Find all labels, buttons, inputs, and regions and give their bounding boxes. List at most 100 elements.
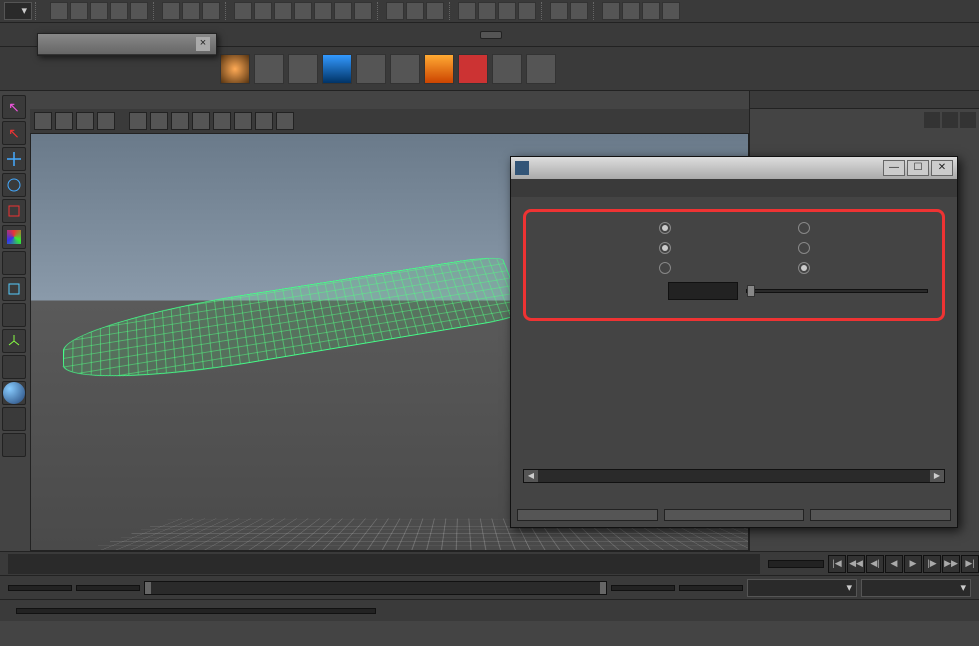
axis-tool[interactable] bbox=[2, 329, 26, 353]
shelf-icon[interactable] bbox=[220, 54, 250, 84]
vp-tool[interactable] bbox=[276, 112, 294, 130]
tb-icon[interactable] bbox=[334, 2, 352, 20]
3d-world-radio[interactable] bbox=[798, 242, 810, 254]
fwd-end-button[interactable]: ▶| bbox=[961, 555, 979, 573]
soft-tool[interactable] bbox=[2, 251, 26, 275]
tb-icon[interactable] bbox=[406, 2, 424, 20]
tolerance-slider[interactable] bbox=[746, 289, 928, 293]
range-end-outer[interactable] bbox=[679, 585, 743, 591]
curve-on-surface-radio[interactable] bbox=[659, 242, 671, 254]
tab-toon[interactable] bbox=[324, 31, 346, 39]
anim-layer-select[interactable] bbox=[747, 579, 857, 597]
tb-icon[interactable] bbox=[570, 2, 588, 20]
tb-icon[interactable] bbox=[50, 2, 68, 20]
both-surfaces-radio[interactable] bbox=[798, 222, 810, 234]
lasso-tool[interactable]: ↖ bbox=[2, 121, 26, 145]
tb-icon[interactable] bbox=[70, 2, 88, 20]
tab-fluids[interactable] bbox=[376, 31, 398, 39]
tab-muscle[interactable] bbox=[350, 31, 372, 39]
horizontal-scrollbar[interactable]: ◀▶ bbox=[523, 469, 945, 483]
tab-rendering[interactable] bbox=[272, 31, 294, 39]
tb-icon[interactable] bbox=[294, 2, 312, 20]
tb-icon[interactable] bbox=[202, 2, 220, 20]
shelf-cp-icon[interactable] bbox=[288, 54, 318, 84]
tb-icon[interactable] bbox=[314, 2, 332, 20]
minimize-button[interactable]: — bbox=[883, 160, 905, 176]
tb-icon[interactable] bbox=[90, 2, 108, 20]
tb-icon[interactable] bbox=[662, 2, 680, 20]
current-time[interactable] bbox=[768, 560, 824, 568]
tb-icon[interactable] bbox=[518, 2, 536, 20]
shelf-icon[interactable] bbox=[526, 54, 556, 84]
mel-input[interactable] bbox=[16, 608, 376, 614]
tab-custom[interactable] bbox=[480, 31, 502, 39]
apply-button[interactable] bbox=[664, 509, 805, 521]
rewind-start-button[interactable]: |◀ bbox=[828, 555, 846, 573]
play-back-button[interactable]: ◀ bbox=[885, 555, 903, 573]
tab-dynamics[interactable] bbox=[246, 31, 268, 39]
range-start-inner[interactable] bbox=[76, 585, 140, 591]
tolerance-input[interactable] bbox=[668, 282, 738, 300]
range-start-outer[interactable] bbox=[8, 585, 72, 591]
step-back-button[interactable]: ◀◀ bbox=[847, 555, 865, 573]
manip-tool[interactable] bbox=[2, 225, 26, 249]
vp-tool[interactable] bbox=[129, 112, 147, 130]
move-tool[interactable] bbox=[2, 147, 26, 171]
menu-title[interactable]: × bbox=[38, 34, 216, 55]
dialog-titlebar[interactable]: — ☐ ✕ bbox=[511, 157, 957, 179]
shelf-lra-icon[interactable] bbox=[254, 54, 284, 84]
intersect-button[interactable] bbox=[517, 509, 658, 521]
cb-icon[interactable] bbox=[942, 112, 958, 128]
tool[interactable] bbox=[2, 407, 26, 431]
tb-icon[interactable] bbox=[182, 2, 200, 20]
vp-tool[interactable] bbox=[213, 112, 231, 130]
character-set-select[interactable] bbox=[861, 579, 971, 597]
tab-ncloth[interactable] bbox=[454, 31, 476, 39]
tb-icon[interactable] bbox=[110, 2, 128, 20]
tab-animation[interactable] bbox=[220, 31, 242, 39]
tb-icon[interactable] bbox=[602, 2, 620, 20]
vp-tool[interactable] bbox=[97, 112, 115, 130]
vp-tool[interactable] bbox=[255, 112, 273, 130]
time-slider[interactable]: |◀ ◀◀ ◀| ◀ ▶ |▶ ▶▶ ▶| bbox=[0, 551, 979, 575]
tab-fur[interactable] bbox=[402, 31, 424, 39]
shelf-set-icon[interactable] bbox=[390, 54, 420, 84]
play-button[interactable]: ▶ bbox=[904, 555, 922, 573]
tab-painteffects[interactable] bbox=[298, 31, 320, 39]
vp-tool[interactable] bbox=[76, 112, 94, 130]
range-end-inner[interactable] bbox=[611, 585, 675, 591]
tab-hair[interactable] bbox=[428, 31, 450, 39]
cb-icon[interactable] bbox=[960, 112, 976, 128]
tool[interactable] bbox=[2, 303, 26, 327]
vp-tool[interactable] bbox=[171, 112, 189, 130]
tool[interactable] bbox=[2, 355, 26, 379]
tb-icon[interactable] bbox=[386, 2, 404, 20]
vp-tool[interactable] bbox=[234, 112, 252, 130]
tb-icon[interactable] bbox=[354, 2, 372, 20]
close-button[interactable] bbox=[810, 509, 951, 521]
step-fwd-button[interactable]: ▶▶ bbox=[942, 555, 960, 573]
vp-tool[interactable] bbox=[55, 112, 73, 130]
shelf-icon[interactable] bbox=[458, 54, 488, 84]
maximize-button[interactable]: ☐ bbox=[907, 160, 929, 176]
cb-icon[interactable] bbox=[924, 112, 940, 128]
shelf-icon[interactable] bbox=[322, 54, 352, 84]
close-button[interactable]: ✕ bbox=[931, 160, 953, 176]
cube-tool[interactable] bbox=[2, 277, 26, 301]
next-frame-button[interactable]: |▶ bbox=[923, 555, 941, 573]
tb-icon[interactable] bbox=[498, 2, 516, 20]
menu-close-icon[interactable]: × bbox=[196, 37, 210, 51]
vp-tool[interactable] bbox=[34, 112, 52, 130]
shelf-icon[interactable] bbox=[492, 54, 522, 84]
tb-icon[interactable] bbox=[622, 2, 640, 20]
tb-icon[interactable] bbox=[130, 2, 148, 20]
tb-icon[interactable] bbox=[426, 2, 444, 20]
tb-icon[interactable] bbox=[550, 2, 568, 20]
local-radio[interactable] bbox=[798, 262, 810, 274]
sphere-tool[interactable] bbox=[2, 381, 26, 405]
vp-tool[interactable] bbox=[150, 112, 168, 130]
prev-frame-button[interactable]: ◀| bbox=[866, 555, 884, 573]
global-radio[interactable] bbox=[659, 262, 671, 274]
module-selector[interactable] bbox=[4, 2, 32, 20]
tb-icon[interactable] bbox=[274, 2, 292, 20]
